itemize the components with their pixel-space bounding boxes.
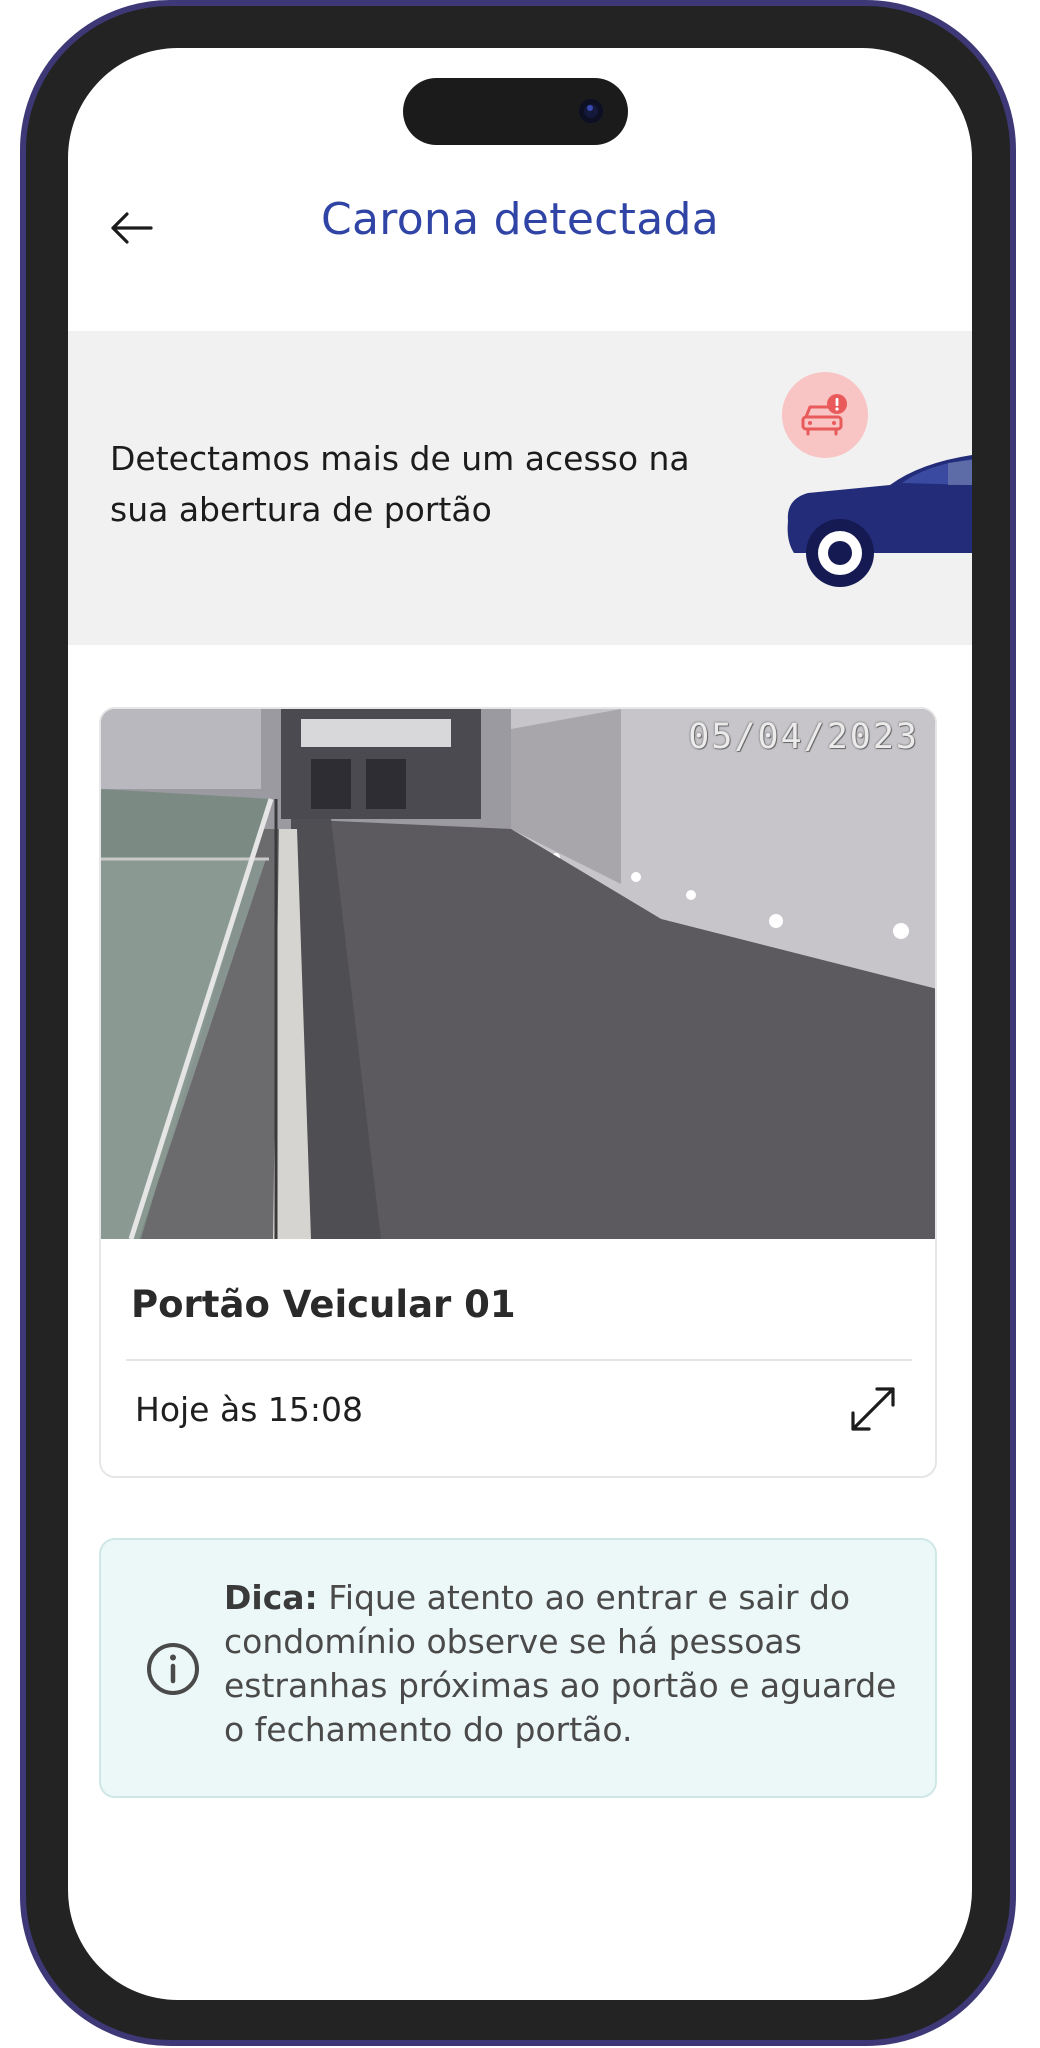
tip-label: Dica: — [224, 1578, 318, 1617]
camera-snapshot[interactable] — [101, 709, 937, 1239]
expand-button[interactable] — [843, 1379, 903, 1439]
info-icon — [147, 1643, 199, 1695]
car-alert-icon — [801, 394, 847, 436]
tip-body: Fique atento ao entrar e sair do condomí… — [224, 1578, 897, 1749]
snapshot-timestamp: 05/04/2023 — [688, 717, 919, 757]
gate-name: Portão Veicular 01 — [131, 1283, 516, 1326]
alert-message: Detectamos mais de um acesso na sua aber… — [110, 439, 690, 529]
dynamic-island — [403, 78, 628, 145]
card-divider — [126, 1359, 912, 1361]
event-time: Hoje às 15:08 — [135, 1390, 363, 1429]
expand-icon — [851, 1387, 895, 1431]
tip-text: Dica: Fique atento ao entrar e sair do c… — [224, 1576, 924, 1752]
front-camera — [579, 99, 603, 123]
camera-card[interactable]: 05/04/2023 Portão Veicular 01 Hoje às 15… — [99, 707, 937, 1478]
tip-box: Dica: Fique atento ao entrar e sair do c… — [99, 1538, 937, 1798]
car-illustration — [787, 455, 972, 587]
app-screen: Carona detectada Detectamos mais de um a… — [68, 48, 972, 2000]
alert-banner: Detectamos mais de um acesso na sua aber… — [68, 331, 972, 645]
page-title: Carona detectada — [321, 194, 719, 245]
